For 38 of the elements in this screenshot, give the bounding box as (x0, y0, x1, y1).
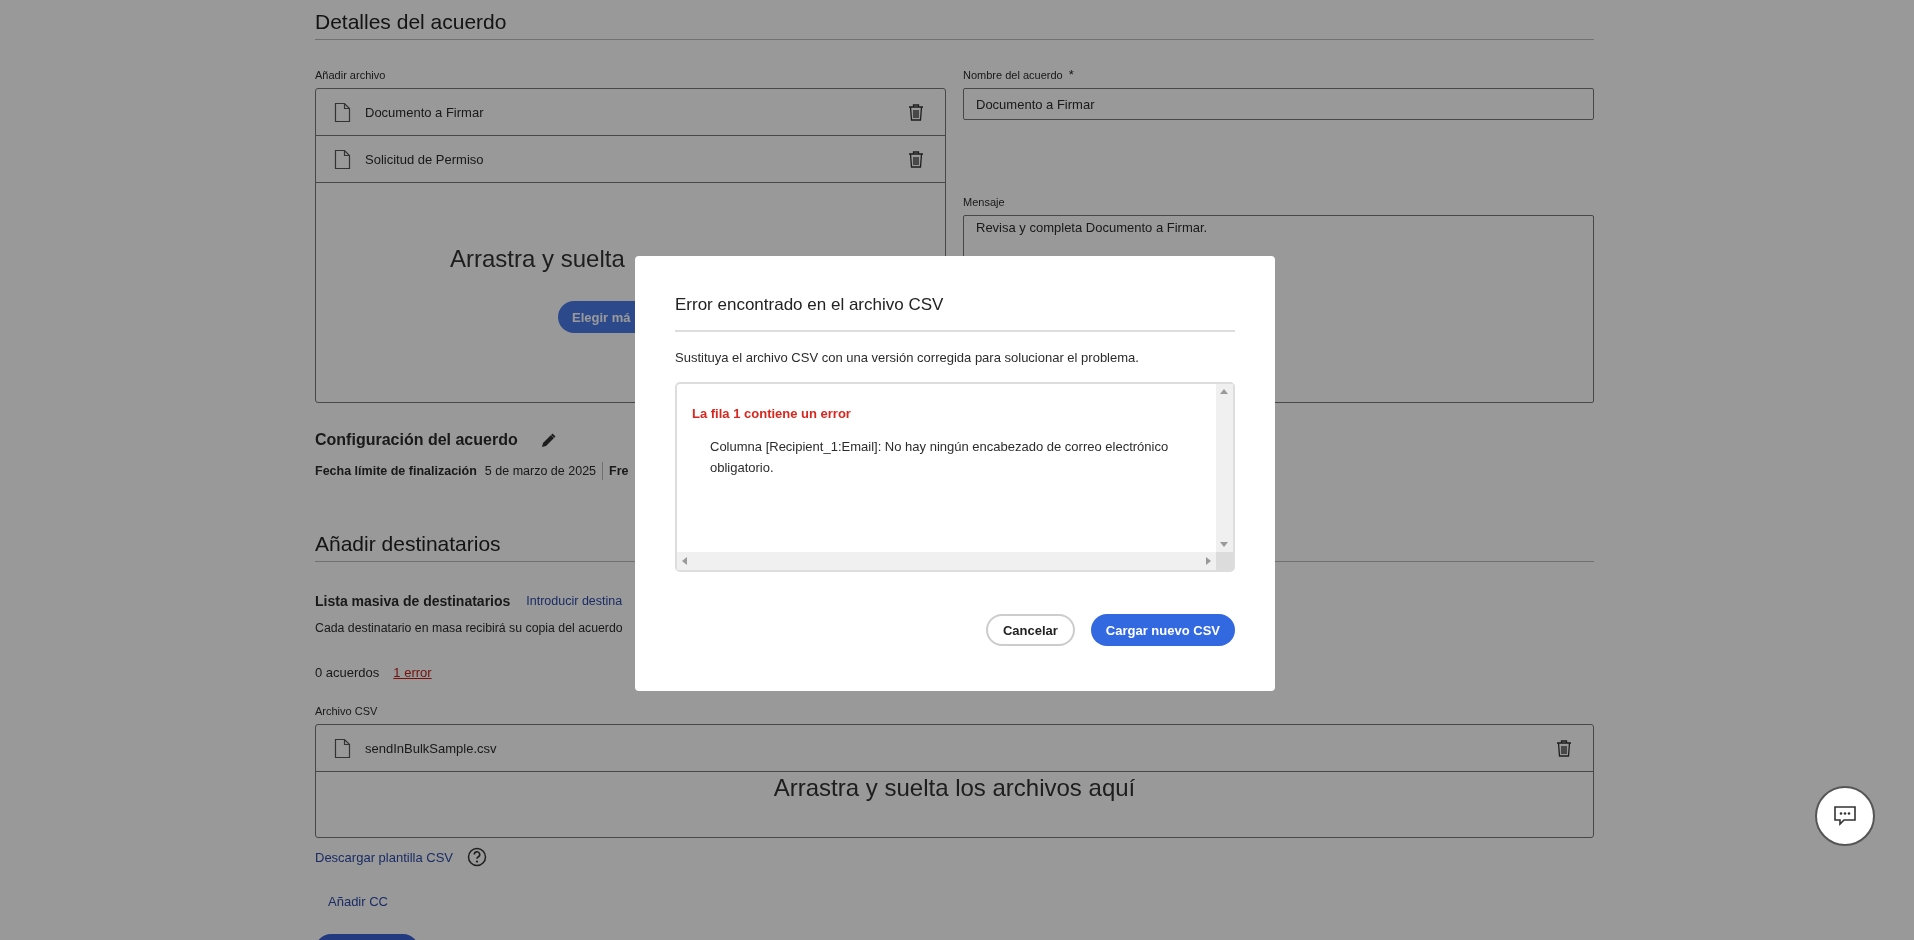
setting-label: Fecha límite de finalización (315, 464, 477, 478)
error-link[interactable]: 1 error (393, 665, 432, 680)
file-name: Documento a Firmar (365, 104, 484, 120)
setting-value: 5 de marzo de 2025 (484, 464, 597, 478)
add-cc-link[interactable]: Añadir CC (328, 894, 388, 909)
field-label: Mensaje (963, 195, 1005, 209)
help-icon[interactable] (467, 847, 487, 867)
agreements-count: 0 acuerdos (315, 665, 380, 680)
enter-recipients-link[interactable]: Introducir destina (526, 594, 623, 608)
error-title: La fila 1 contiene un error (692, 406, 851, 421)
cancel-button[interactable]: Cancelar (985, 614, 1075, 646)
field-label: Añadir archivo (315, 68, 386, 82)
chat-button[interactable] (1815, 786, 1875, 846)
section-heading: Añadir destinatarios (315, 531, 501, 557)
chat-icon (1833, 805, 1857, 827)
trash-icon[interactable] (1555, 738, 1573, 758)
field-label: Nombre del acuerdo (963, 68, 1063, 82)
file-icon (334, 148, 351, 170)
section-title: Configuración del acuerdo (315, 430, 518, 450)
file-icon (334, 737, 351, 759)
name-field[interactable]: Documento a Firmar (963, 88, 1594, 120)
upload-button[interactable]: Cargar nuevo CSV (1090, 614, 1235, 646)
field-label: Archivo CSV (315, 704, 378, 718)
section-title: Lista masiva de destinatarios (315, 593, 511, 609)
pencil-icon[interactable] (539, 431, 558, 449)
file-name: Solicitud de Permiso (365, 151, 484, 167)
file-icon (334, 101, 351, 123)
trash-icon[interactable] (907, 102, 925, 122)
trash-icon[interactable] (907, 149, 925, 169)
drop-hint: Arrastra y suelta (450, 245, 625, 273)
section-heading: Detalles del acuerdo (315, 9, 507, 35)
drop-hint: Arrastra y suelta los archivos aquí (773, 774, 1136, 801)
template-link[interactable]: Descargar plantilla CSV (315, 849, 453, 865)
required-mark: * (1068, 68, 1074, 82)
file-name: sendInBulkSample.csv (365, 740, 497, 756)
error-message: Columna [Recipient_1:Email]: No hay ningún encabezado de correo electrónico obligatorio. (710, 438, 1170, 477)
setting-label: Fre (609, 464, 629, 478)
bulk-note: Cada destinatario en masa recibirá su copia del acuerdo (315, 621, 623, 635)
